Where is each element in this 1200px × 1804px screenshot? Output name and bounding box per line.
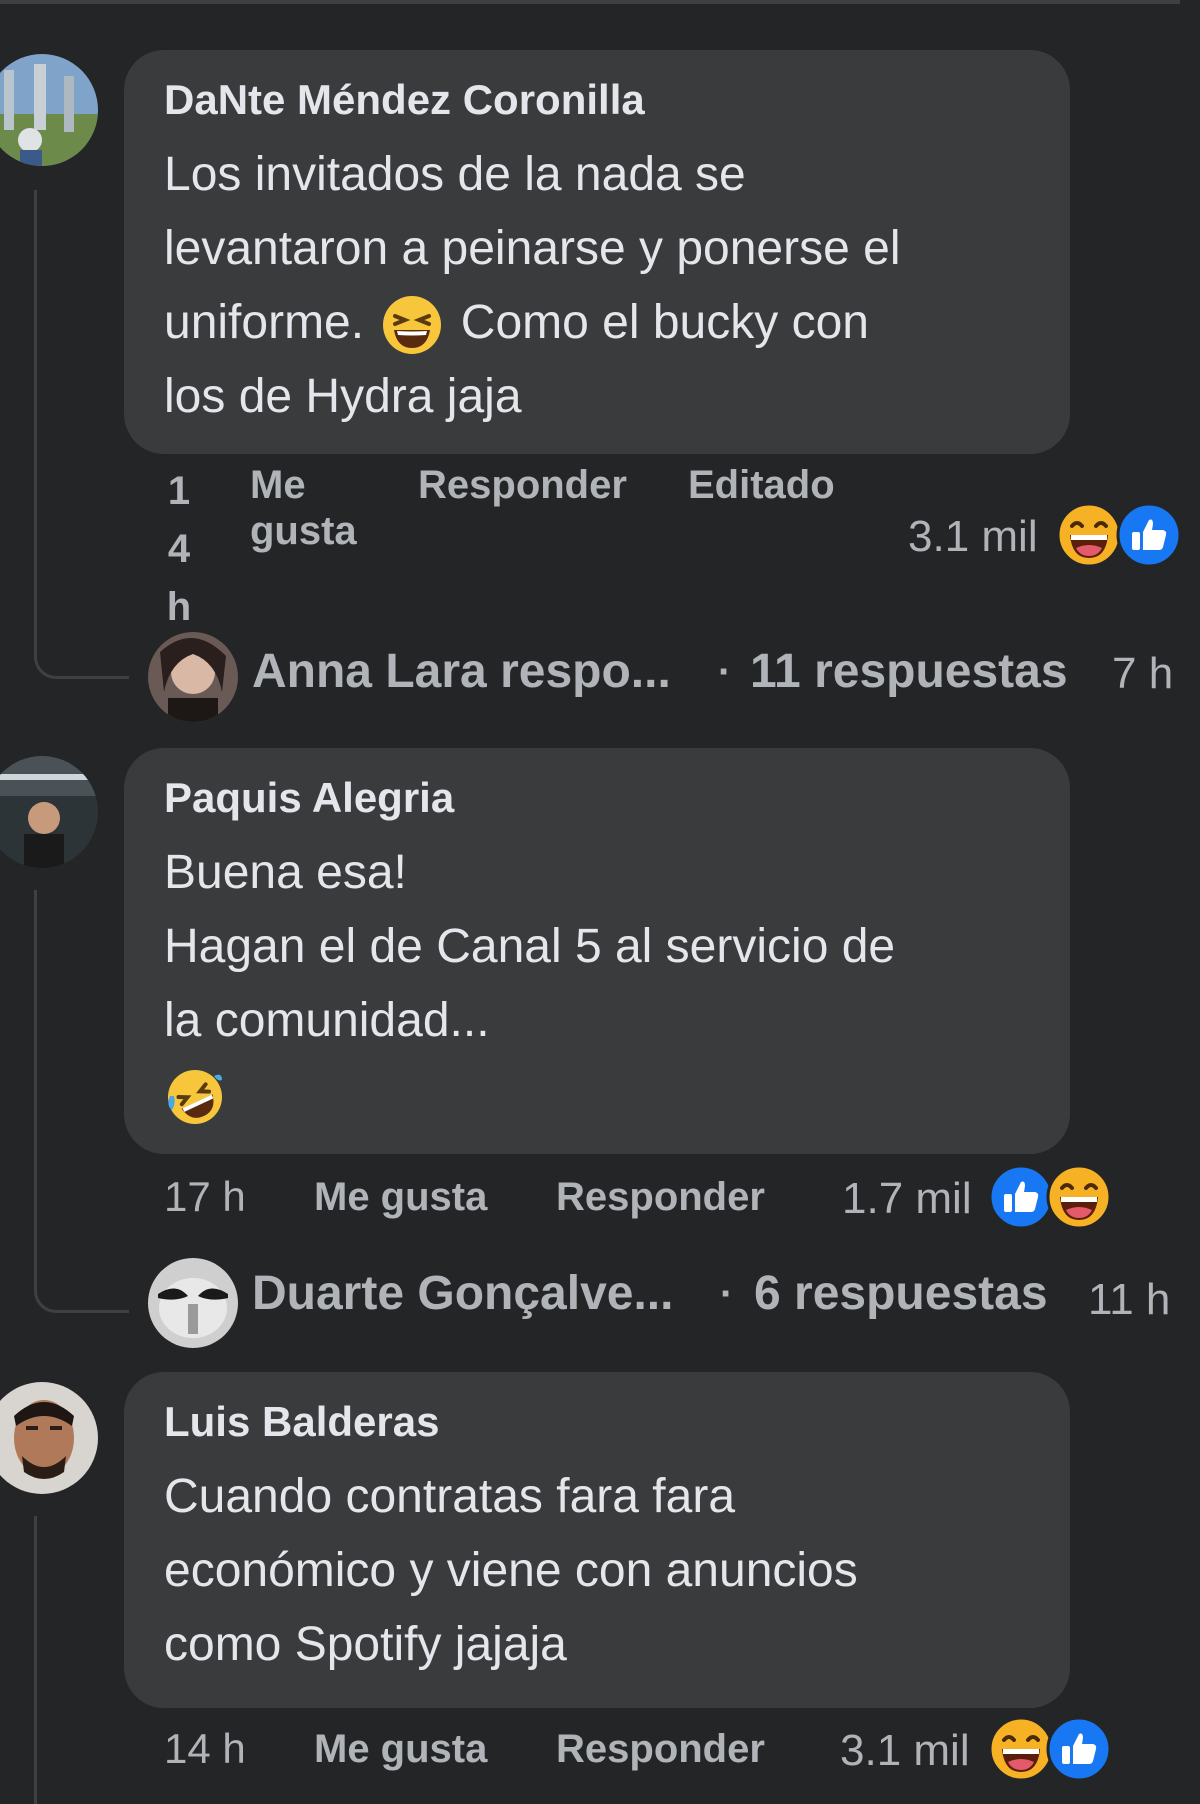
- haha-icon[interactable]: [1046, 1164, 1112, 1230]
- thread-line: [34, 190, 37, 630]
- reaction-count[interactable]: 3.1 mil: [908, 512, 1038, 562]
- thread-line: [34, 890, 37, 1270]
- reply-button[interactable]: Responder: [556, 1726, 765, 1772]
- comment-author[interactable]: Luis Balderas: [164, 1398, 1030, 1446]
- avatar[interactable]: [0, 54, 98, 166]
- comment-bubble: DaNte Méndez Coronilla Los invitados de …: [124, 50, 1070, 454]
- like-icon[interactable]: [1046, 1716, 1112, 1782]
- edited-label[interactable]: Editado: [688, 462, 835, 508]
- comment-author[interactable]: DaNte Méndez Coronilla: [164, 76, 1030, 124]
- reaction-count[interactable]: 1.7 mil: [842, 1174, 972, 1224]
- reply-time: 7 h: [1112, 649, 1174, 698]
- thread-connector: [34, 1240, 129, 1313]
- rolling-laughing-emoji-icon: [164, 1066, 226, 1128]
- reply-count[interactable]: 11 respuestas: [750, 644, 1068, 700]
- grinning-squinting-emoji-icon: [381, 294, 443, 356]
- reply-summary-name[interactable]: Anna Lara respo...: [252, 644, 671, 700]
- divider-line: [0, 0, 1180, 4]
- thread-connector: [34, 600, 129, 679]
- thread-line: [34, 1516, 37, 1804]
- comment-time[interactable]: 14 h: [164, 1726, 246, 1772]
- avatar[interactable]: [148, 1258, 238, 1348]
- reply-button[interactable]: Responder: [418, 462, 627, 508]
- reply-time: 11 h: [1088, 1275, 1171, 1324]
- separator-dot: ·: [720, 1272, 734, 1316]
- comment-author[interactable]: Paquis Alegria: [164, 774, 1030, 822]
- haha-icon[interactable]: [1056, 502, 1122, 568]
- comment-time[interactable]: 17 h: [164, 1174, 246, 1220]
- comment-text: Buena esa! Hagan el de Canal 5 al servic…: [164, 836, 1030, 1132]
- reply-count[interactable]: 6 respuestas: [754, 1266, 1048, 1322]
- comment-time[interactable]: 1 4 h: [164, 462, 194, 636]
- like-button[interactable]: Me gusta: [250, 462, 357, 554]
- comment-text: Los invitados de la nada se levantaron a…: [164, 148, 901, 423]
- like-icon[interactable]: [988, 1164, 1054, 1230]
- reaction-count[interactable]: 3.1 mil: [840, 1726, 970, 1776]
- comment-text: Cuando contratas fara fara económico y v…: [164, 1470, 858, 1671]
- avatar[interactable]: [0, 1382, 98, 1494]
- separator-dot: ·: [718, 650, 732, 694]
- avatar[interactable]: [148, 632, 238, 722]
- like-icon[interactable]: [1116, 502, 1182, 568]
- avatar[interactable]: [0, 756, 98, 868]
- reply-button[interactable]: Responder: [556, 1174, 765, 1220]
- like-button[interactable]: Me gusta: [314, 1174, 487, 1220]
- haha-icon[interactable]: [988, 1716, 1054, 1782]
- like-button[interactable]: Me gusta: [314, 1726, 487, 1772]
- comment-bubble: Luis Balderas Cuando contratas fara fara…: [124, 1372, 1070, 1708]
- reply-summary-name[interactable]: Duarte Gonçalve...: [252, 1266, 673, 1322]
- comment-bubble: Paquis Alegria Buena esa! Hagan el de Ca…: [124, 748, 1070, 1154]
